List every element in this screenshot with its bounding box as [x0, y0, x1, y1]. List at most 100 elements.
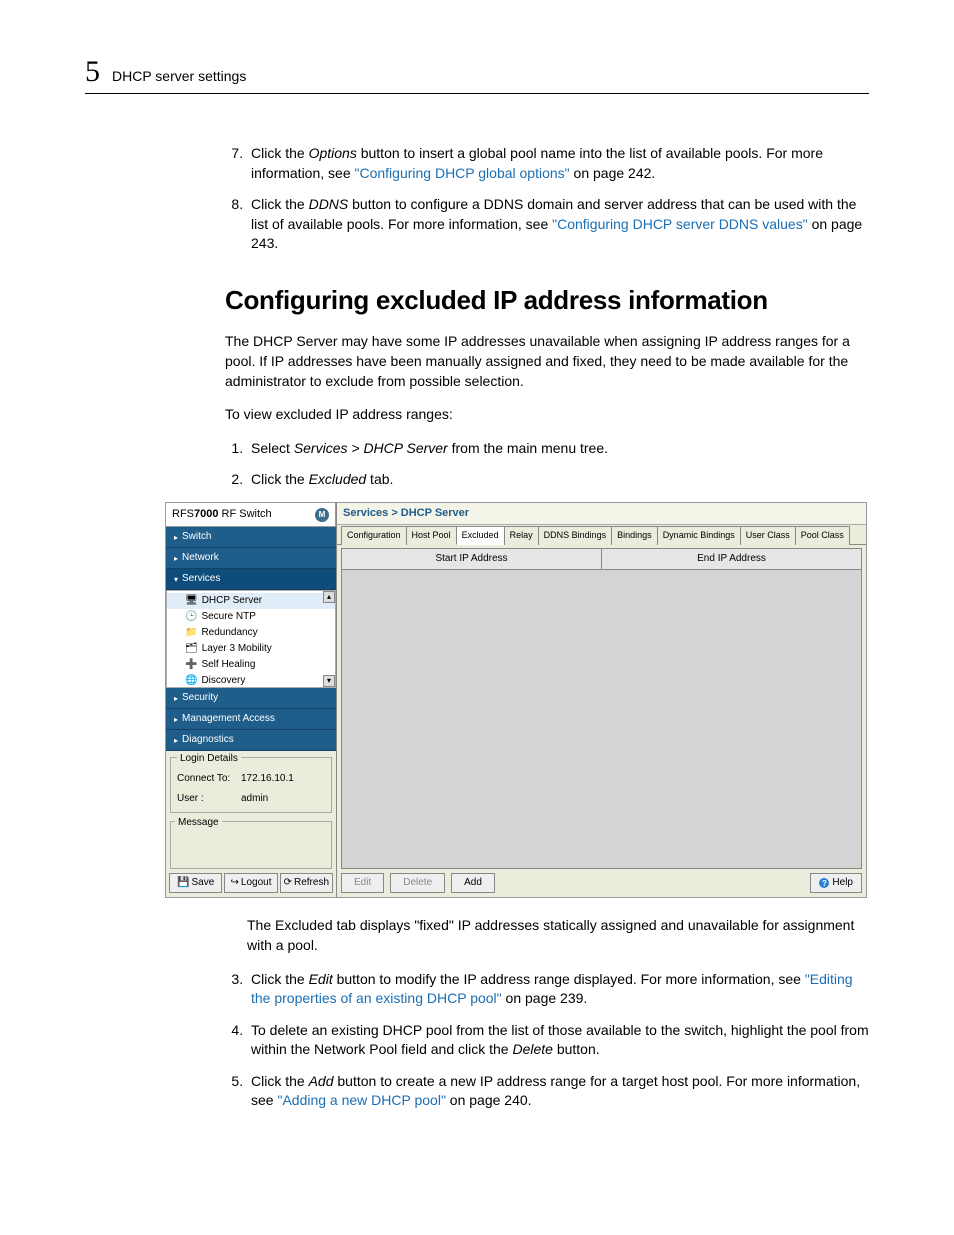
globe-icon: 🌐: [185, 674, 197, 688]
tab-pool-class[interactable]: Pool Class: [795, 526, 850, 545]
tab-host-pool[interactable]: Host Pool: [406, 526, 457, 545]
btn-label: Help: [832, 876, 853, 890]
plus-icon: ➕: [185, 658, 197, 672]
tree-label: Self Healing: [201, 658, 255, 672]
step-5: Click the Add button to create a new IP …: [247, 1072, 869, 1111]
add-button[interactable]: Add: [451, 873, 495, 893]
col-start-ip[interactable]: Start IP Address: [342, 549, 602, 569]
refresh-icon: ⟳: [284, 876, 292, 890]
edit-button[interactable]: Edit: [341, 873, 384, 893]
app-title-bar: RFS7000 RF Switch M: [166, 503, 336, 527]
logout-button[interactable]: ↪Logout: [224, 873, 277, 893]
message-legend: Message: [175, 817, 222, 828]
tab-bindings[interactable]: Bindings: [611, 526, 658, 545]
app-main: Services > DHCP Server Configuration Hos…: [337, 503, 866, 897]
logout-icon: ↪: [231, 876, 239, 890]
nav-section-switch[interactable]: ▸Switch: [166, 527, 336, 548]
nav-section-mgmt-access[interactable]: ▸ Management Access: [166, 709, 336, 730]
step-8: Click the DDNS button to configure a DDN…: [247, 195, 869, 254]
tree-label: Layer 3 Mobility: [202, 642, 272, 656]
nav-label: Management Access: [182, 712, 275, 726]
refresh-button[interactable]: ⟳Refresh: [280, 873, 333, 893]
chevron-down-icon: ▾: [174, 574, 178, 585]
server-icon: 🖥: [185, 594, 198, 608]
text: Click the: [251, 471, 309, 487]
tab-configuration[interactable]: Configuration: [341, 526, 407, 545]
tab-dynamic-bindings[interactable]: Dynamic Bindings: [657, 526, 741, 545]
btn-label: Logout: [241, 876, 272, 890]
term-delete: Delete: [512, 1041, 552, 1057]
app-title-suffix: RF Switch: [218, 508, 271, 520]
steps-mid: Select Services > DHCP Server from the m…: [225, 439, 869, 490]
text: button.: [553, 1041, 600, 1057]
tab-bar: Configuration Host Pool Excluded Relay D…: [337, 525, 866, 545]
chevron-right-icon: ▸: [174, 714, 178, 725]
steps-top: Click the Options button to insert a glo…: [225, 144, 869, 254]
tab-user-class[interactable]: User Class: [740, 526, 796, 545]
save-button[interactable]: 💾Save: [169, 873, 222, 893]
intro-paragraph: The DHCP Server may have some IP address…: [225, 332, 869, 391]
tab-excluded[interactable]: Excluded: [456, 526, 505, 545]
term-add: Add: [309, 1073, 334, 1089]
scroll-down-button[interactable]: ▾: [323, 675, 335, 687]
step-3: Click the Edit button to modify the IP a…: [247, 970, 869, 1009]
scroll-up-button[interactable]: ▴: [323, 591, 335, 603]
nav-section-services[interactable]: ▾Services: [166, 569, 336, 590]
tab-ddns-bindings[interactable]: DDNS Bindings: [538, 526, 613, 545]
link-ddns-values[interactable]: "Configuring DHCP server DDNS values": [552, 216, 808, 232]
tree-item-dhcp-server[interactable]: 🖥DHCP Server: [167, 593, 335, 609]
tab-relay[interactable]: Relay: [504, 526, 539, 545]
chapter-number: 5: [85, 55, 100, 89]
tree-item-redundancy[interactable]: 📁Redundancy: [167, 625, 335, 641]
motorola-logo-icon: M: [315, 508, 329, 522]
section-heading: Configuring excluded IP address informat…: [225, 282, 869, 318]
help-button[interactable]: ? Help: [810, 873, 862, 893]
step-2: Click the Excluded tab.: [247, 470, 869, 490]
nav-section-diagnostics[interactable]: ▸ Diagnostics: [166, 730, 336, 751]
tree-item-self-healing[interactable]: ➕ Self Healing: [167, 657, 335, 673]
term-excluded: Excluded: [309, 471, 367, 487]
tree-item-discovery[interactable]: 🌐 Discovery: [167, 673, 335, 688]
step-4: To delete an existing DHCP pool from the…: [247, 1021, 869, 1060]
text: on page 240.: [446, 1092, 532, 1108]
login-legend: Login Details: [177, 753, 241, 764]
screenshot-dhcp-excluded: RFS7000 RF Switch M ▸Switch ▸Network ▾Se…: [165, 502, 867, 898]
clock-icon: 🕒: [185, 610, 197, 624]
chevron-right-icon: ▸: [174, 693, 178, 704]
text: on page 242.: [570, 165, 656, 181]
breadcrumb-text: Services > DHCP Server: [343, 507, 469, 519]
term-options: Options: [309, 145, 357, 161]
step-1: Select Services > DHCP Server from the m…: [247, 439, 869, 459]
link-global-options[interactable]: "Configuring DHCP global options": [355, 165, 570, 181]
stack-icon: 🗂: [185, 642, 198, 656]
nav-label: Diagnostics: [182, 733, 234, 747]
btn-label: Refresh: [294, 876, 329, 890]
delete-button[interactable]: Delete: [390, 873, 445, 893]
app-title-prefix: RFS: [172, 508, 194, 520]
link-add-pool[interactable]: "Adding a new DHCP pool": [277, 1092, 445, 1108]
nav-section-network[interactable]: ▸Network: [166, 548, 336, 569]
nav-tree-services: 🖥DHCP Server 🕒Secure NTP 📁Redundancy 🗂 La…: [166, 590, 336, 688]
connect-to-value: 172.16.10.1: [241, 772, 294, 786]
nav-label: Network: [182, 551, 219, 565]
message-box: Message: [170, 821, 332, 869]
table-body-empty: [342, 570, 861, 868]
btn-label: Save: [191, 876, 214, 890]
breadcrumb: Services > DHCP Server: [337, 503, 866, 525]
term-edit: Edit: [309, 971, 333, 987]
excluded-table: Start IP Address End IP Address: [341, 548, 862, 869]
tree-item-secure-ntp[interactable]: 🕒Secure NTP: [167, 609, 335, 625]
tree-label: Discovery: [201, 674, 245, 688]
steps-bottom: Click the Edit button to modify the IP a…: [225, 970, 869, 1112]
text: Click the: [251, 1073, 309, 1089]
text: Select: [251, 440, 294, 456]
text: Click the: [251, 196, 309, 212]
tree-item-l3-mobility[interactable]: 🗂 Layer 3 Mobility: [167, 641, 335, 657]
col-end-ip[interactable]: End IP Address: [602, 549, 861, 569]
nav-section-security[interactable]: ▸ Security: [166, 688, 336, 709]
login-details-box: Login Details Connect To: 172.16.10.1 Us…: [170, 757, 332, 813]
nav-label: Security: [182, 691, 218, 705]
chevron-right-icon: ▸: [174, 735, 178, 746]
table-header-row: Start IP Address End IP Address: [342, 549, 861, 570]
save-icon: 💾: [177, 876, 189, 890]
